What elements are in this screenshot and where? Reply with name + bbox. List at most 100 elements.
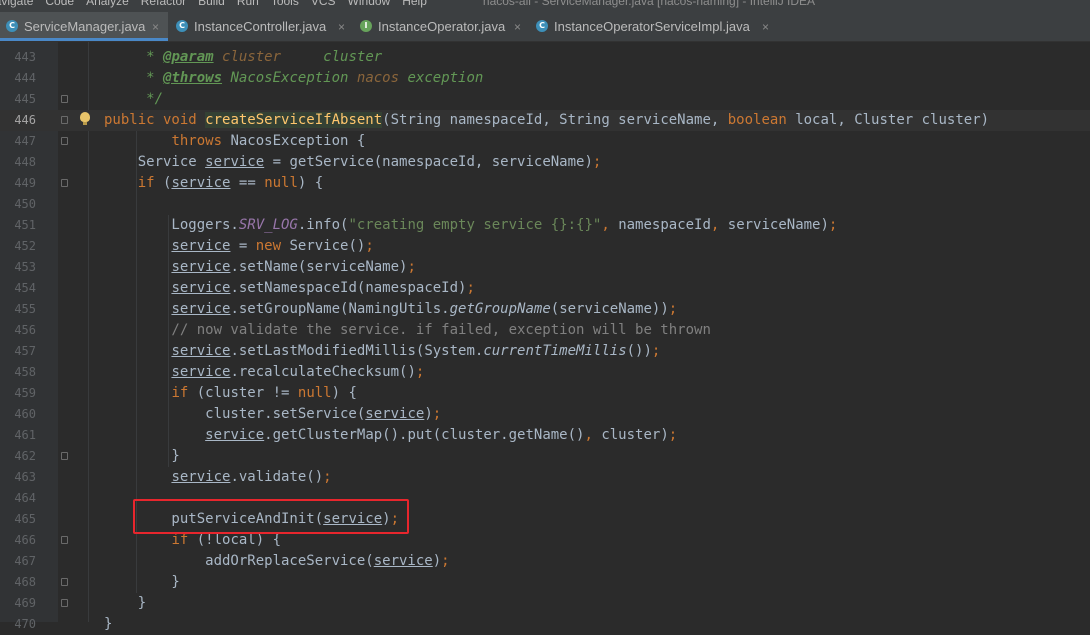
code-token: nacos: [356, 70, 400, 86]
code-line[interactable]: 454 service.setNamespaceId(namespaceId);: [0, 278, 1090, 299]
code-token: ()): [626, 343, 652, 359]
line-number: 464: [14, 491, 36, 505]
code-line[interactable]: 445 */: [0, 89, 1090, 110]
code-line[interactable]: 452 service = new Service();: [0, 236, 1090, 257]
code-token: .recalculateChecksum(): [230, 364, 416, 380]
code-line[interactable]: 462 }: [0, 446, 1090, 467]
menu-item-vcs[interactable]: VCS: [311, 0, 336, 8]
window-title: nacos-all - ServiceManager.java [nacos-n…: [482, 0, 816, 8]
line-number: 446: [14, 113, 36, 127]
fold-marker-icon[interactable]: [61, 578, 68, 586]
menu-item-refactor[interactable]: Refactor: [141, 0, 186, 8]
code-token: ) {: [297, 175, 324, 191]
menu-item-window[interactable]: Window: [348, 0, 391, 8]
line-number: 470: [14, 617, 36, 631]
code-token: if: [171, 385, 197, 401]
code-token: ,: [584, 427, 602, 443]
tab-instancecontroller[interactable]: C InstanceController.java ×: [170, 12, 354, 41]
close-icon[interactable]: ×: [762, 12, 769, 42]
code-token: new: [255, 238, 290, 254]
code-line[interactable]: 449 if (service == null) {: [0, 173, 1090, 194]
menu-item-tools[interactable]: Tools: [271, 0, 299, 8]
menu-item-navigate[interactable]: Navigate: [0, 0, 33, 8]
code-token: (cluster !=: [196, 385, 298, 401]
close-icon[interactable]: ×: [152, 12, 159, 42]
code-line[interactable]: 467 addOrReplaceService(service);: [0, 551, 1090, 572]
code-token: ,: [710, 217, 728, 233]
fold-marker-icon[interactable]: [61, 137, 68, 145]
menu-item-help[interactable]: Help: [402, 0, 427, 8]
code-line[interactable]: 444 * @throws NacosException nacos excep…: [0, 68, 1090, 89]
code-line[interactable]: 450: [0, 194, 1090, 215]
code-line[interactable]: 451 Loggers.SRV_LOG.info("creating empty…: [0, 215, 1090, 236]
code-line[interactable]: 460 cluster.setService(service);: [0, 404, 1090, 425]
tab-instanceoperatorserviceimpl[interactable]: C InstanceOperatorServiceImpl.java ×: [530, 12, 778, 41]
fold-marker-icon[interactable]: [61, 452, 68, 460]
code-token: */: [104, 91, 164, 107]
tab-label: InstanceOperator.java: [378, 19, 506, 34]
code-editor[interactable]: 443 * @param cluster cluster 444 * @throw…: [0, 42, 1090, 632]
code-token: *: [104, 70, 164, 86]
code-text: service = new Service();: [104, 236, 374, 257]
fold-marker-icon[interactable]: [61, 95, 68, 103]
code-line[interactable]: 458 service.recalculateChecksum();: [0, 362, 1090, 383]
code-text: * @param cluster cluster: [104, 47, 382, 68]
fold-marker-icon[interactable]: [61, 179, 68, 187]
code-line[interactable]: 456 // now validate the service. if fail…: [0, 320, 1090, 341]
code-line[interactable]: 468 }: [0, 572, 1090, 593]
code-area[interactable]: 443 * @param cluster cluster 444 * @throw…: [0, 42, 1090, 632]
code-line[interactable]: 469 }: [0, 593, 1090, 614]
code-token: "creating empty service {}:{}": [348, 217, 602, 233]
code-token: NacosException {: [230, 133, 366, 149]
close-icon[interactable]: ×: [514, 12, 521, 42]
code-line[interactable]: 457 service.setLastModifiedMillis(System…: [0, 341, 1090, 362]
menu-item-build[interactable]: Build: [198, 0, 225, 8]
code-token: createServiceIfAbsent: [205, 112, 383, 128]
code-line[interactable]: 453 service.setName(serviceName);: [0, 257, 1090, 278]
menu-item-code[interactable]: Code: [45, 0, 74, 8]
code-token: // now validate the service. if failed, …: [104, 322, 711, 338]
line-number: 461: [14, 428, 36, 442]
line-number: 462: [14, 449, 36, 463]
code-line[interactable]: 455 service.setGroupName(NamingUtils.get…: [0, 299, 1090, 320]
code-token: ;: [668, 427, 678, 443]
code-token: =: [230, 238, 256, 254]
tab-servicemanager[interactable]: C ServiceManager.java ×: [0, 12, 168, 41]
close-icon[interactable]: ×: [338, 12, 345, 42]
code-token: cluster.setService(: [104, 406, 366, 422]
code-line[interactable]: 459 if (cluster != null) {: [0, 383, 1090, 404]
code-line[interactable]: 448 Service service = getService(namespa…: [0, 152, 1090, 173]
line-number: 445: [14, 92, 36, 106]
code-token: ;: [365, 238, 374, 254]
code-line[interactable]: 470}: [0, 614, 1090, 635]
code-line[interactable]: 443 * @param cluster cluster: [0, 47, 1090, 68]
code-line[interactable]: 461 service.getClusterMap().put(cluster.…: [0, 425, 1090, 446]
menu-item-run[interactable]: Run: [237, 0, 259, 8]
line-number: 468: [14, 575, 36, 589]
code-token: ,: [601, 217, 619, 233]
code-text: service.setName(serviceName);: [104, 257, 415, 278]
code-token: @throws: [163, 70, 223, 86]
code-token: ;: [432, 406, 442, 422]
menu-item-analyze[interactable]: Analyze: [86, 0, 129, 8]
code-token: local, Cluster cluster): [795, 112, 990, 128]
code-token: ==: [230, 175, 265, 191]
line-number: 448: [14, 155, 36, 169]
fold-marker-icon[interactable]: [61, 599, 68, 607]
tab-instanceoperator[interactable]: I InstanceOperator.java ×: [354, 12, 530, 41]
line-number: 454: [14, 281, 36, 295]
code-line[interactable]: 446 public void createServiceIfAbsent(Str…: [0, 110, 1090, 131]
code-line[interactable]: 463 service.validate();: [0, 467, 1090, 488]
line-number: 444: [14, 71, 36, 85]
fold-marker-icon[interactable]: [61, 116, 68, 124]
line-number: 463: [14, 470, 36, 484]
lightbulb-icon[interactable]: [80, 112, 90, 125]
code-text: }: [104, 446, 179, 467]
code-line[interactable]: 447 throws NacosException {: [0, 131, 1090, 152]
fold-marker-icon[interactable]: [61, 536, 68, 544]
code-token: service: [171, 280, 231, 296]
code-token: getGroupName: [449, 301, 551, 317]
